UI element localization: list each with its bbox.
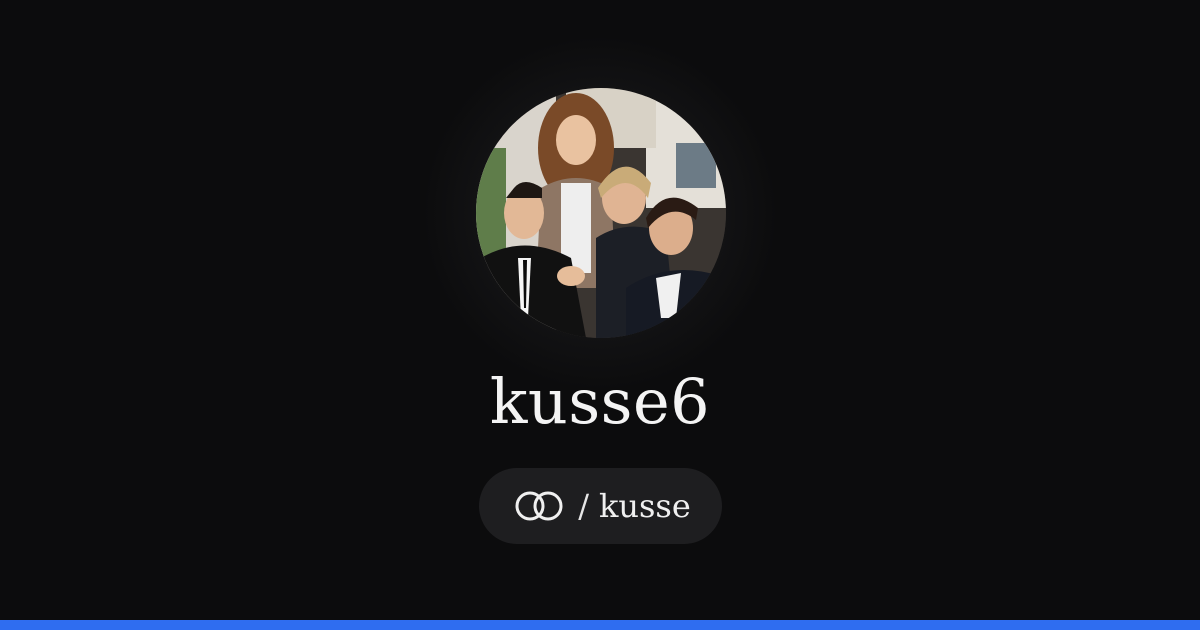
handle-link[interactable]: / kusse	[479, 468, 722, 544]
handle-separator: /	[578, 487, 589, 525]
accent-bar	[0, 620, 1200, 630]
avatar[interactable]	[476, 88, 726, 338]
username-title: kusse6	[489, 365, 711, 438]
linked-rings-icon	[510, 488, 568, 524]
avatar-photo	[476, 88, 726, 338]
profile-card: kusse6 / kusse	[0, 0, 1200, 630]
handle-text: kusse	[599, 487, 691, 525]
